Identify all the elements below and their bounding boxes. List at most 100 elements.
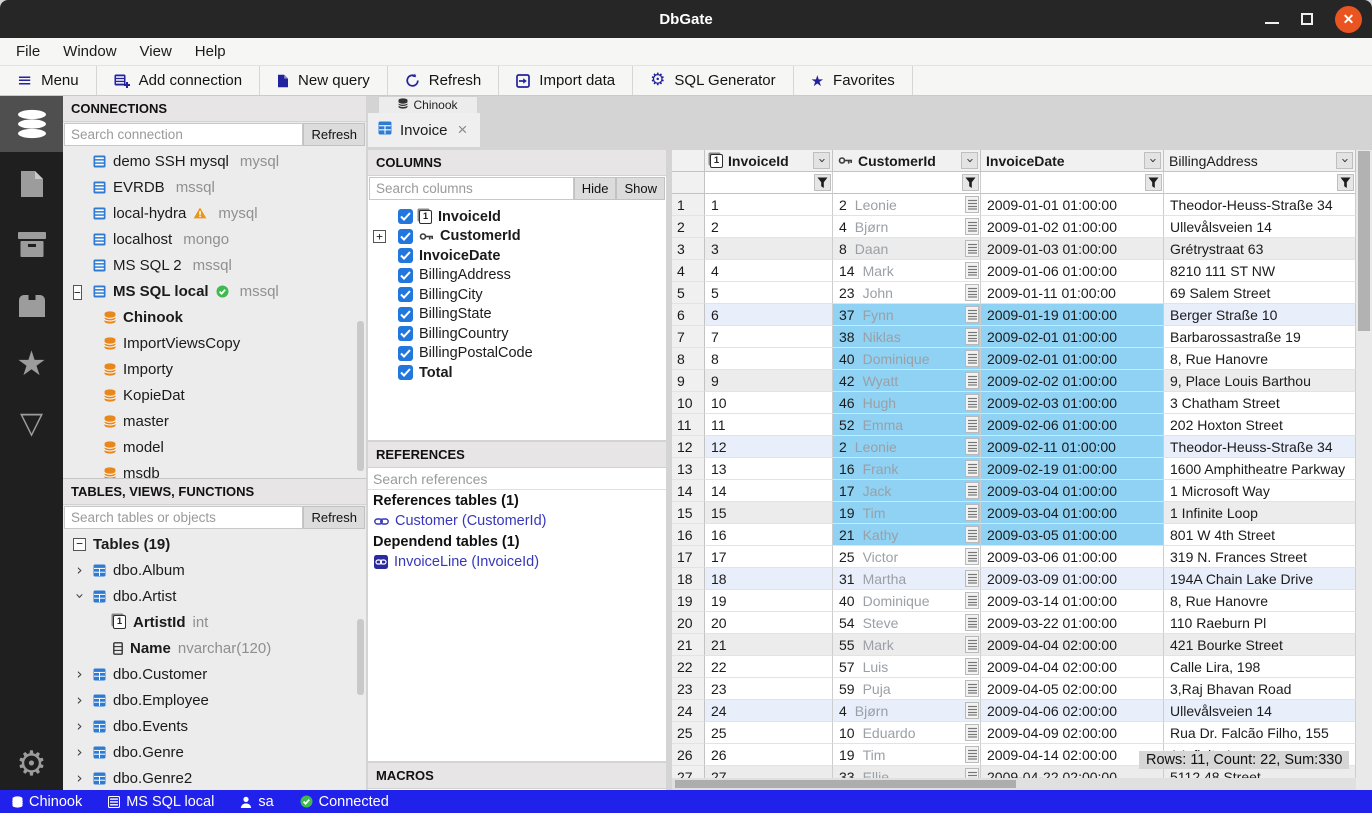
cell-invoicedate[interactable]: 2009-03-04 01:00:00 (981, 480, 1164, 502)
filter-cell-customerid[interactable] (833, 172, 981, 194)
search-tables-input[interactable] (64, 506, 303, 529)
close-icon[interactable]: ✕ (1335, 6, 1362, 33)
row-number[interactable]: 19 (672, 590, 705, 612)
row-number[interactable]: 11 (672, 414, 705, 436)
row-detail-icon[interactable] (965, 482, 979, 499)
cell-customerid[interactable]: 19Tim (833, 502, 981, 524)
add-connection-button[interactable]: Add connection (97, 66, 260, 95)
row-number[interactable]: 14 (672, 480, 705, 502)
reference-link-customer-customerid-[interactable]: Customer (CustomerId) (368, 511, 666, 531)
cell-invoiceid[interactable]: 5 (705, 282, 833, 304)
cell-invoiceid[interactable]: 2 (705, 216, 833, 238)
cell-invoicedate[interactable]: 2009-03-06 01:00:00 (981, 546, 1164, 568)
cell-invoiceid[interactable]: 9 (705, 370, 833, 392)
row-number[interactable]: 15 (672, 502, 705, 524)
row-detail-icon[interactable] (965, 526, 979, 543)
column-checkbox[interactable] (398, 346, 413, 361)
menu-view[interactable]: View (135, 41, 177, 62)
database-item[interactable]: master (63, 408, 366, 434)
rail-favorites-star-icon[interactable]: ★ (0, 336, 63, 392)
row-detail-icon[interactable] (965, 240, 979, 257)
import-data-button[interactable]: Import data (499, 66, 633, 95)
cell-invoicedate[interactable]: 2009-02-03 01:00:00 (981, 392, 1164, 414)
row-number[interactable]: 26 (672, 744, 705, 766)
cell-invoicedate[interactable]: 2009-01-19 01:00:00 (981, 304, 1164, 326)
row-detail-icon[interactable] (965, 680, 979, 697)
database-item[interactable]: msdb (63, 460, 366, 479)
row-detail-icon[interactable] (965, 702, 979, 719)
column-header-invoicedate[interactable]: InvoiceDate› (981, 150, 1164, 172)
filter-cell-invoicedate[interactable] (981, 172, 1164, 194)
cell-invoiceid[interactable]: 7 (705, 326, 833, 348)
row-number[interactable]: 10 (672, 392, 705, 414)
column-toggle-billingaddress[interactable]: BillingAddress (368, 266, 666, 286)
cell-invoiceid[interactable]: 21 (705, 634, 833, 656)
row-number[interactable]: 6 (672, 304, 705, 326)
cell-customerid[interactable]: 54Steve (833, 612, 981, 634)
cell-billingaddress[interactable]: Grétrystraat 63 (1164, 238, 1356, 260)
cell-customerid[interactable]: 2Leonie (833, 436, 981, 458)
database-item[interactable]: ImportViewsCopy (63, 330, 366, 356)
chevron-right-icon[interactable]: › (74, 769, 86, 787)
refresh-button[interactable]: Refresh (388, 66, 500, 95)
row-detail-icon[interactable] (965, 262, 979, 279)
menu-window[interactable]: Window (58, 41, 121, 62)
column-checkbox[interactable] (398, 326, 413, 341)
cell-invoiceid[interactable]: 12 (705, 436, 833, 458)
chevron-right-icon[interactable]: › (74, 561, 86, 579)
cell-customerid[interactable]: 16Frank (833, 458, 981, 480)
column-checkbox[interactable] (398, 229, 413, 244)
connection-item[interactable]: EVRDBmssql (63, 174, 366, 200)
row-detail-icon[interactable] (965, 284, 979, 301)
row-number[interactable]: 1 (672, 194, 705, 216)
collapse-icon[interactable]: − (73, 538, 86, 551)
column-checkbox[interactable] (398, 248, 413, 263)
row-number[interactable]: 8 (672, 348, 705, 370)
cell-invoicedate[interactable]: 2009-02-02 01:00:00 (981, 370, 1164, 392)
chevron-down-icon[interactable]: › (71, 590, 89, 602)
cell-invoiceid[interactable]: 22 (705, 656, 833, 678)
cell-customerid[interactable]: 46Hugh (833, 392, 981, 414)
cell-customerid[interactable]: 40Dominique (833, 348, 981, 370)
column-header-invoiceid[interactable]: 1InvoiceId› (705, 150, 833, 172)
connection-item[interactable]: MS SQL 2mssql (63, 252, 366, 278)
cell-customerid[interactable]: 25Victor (833, 546, 981, 568)
cell-customerid[interactable]: 52Emma (833, 414, 981, 436)
row-detail-icon[interactable] (965, 614, 979, 631)
cell-invoicedate[interactable]: 2009-03-09 01:00:00 (981, 568, 1164, 590)
row-detail-icon[interactable] (965, 328, 979, 345)
cell-invoicedate[interactable]: 2009-04-04 02:00:00 (981, 634, 1164, 656)
row-detail-icon[interactable] (965, 196, 979, 213)
database-item[interactable]: model (63, 434, 366, 460)
row-detail-icon[interactable] (965, 746, 979, 763)
column-toggle-invoicedate[interactable]: InvoiceDate (368, 246, 666, 266)
column-toggle-invoiceid[interactable]: 1InvoiceId (368, 207, 666, 227)
cell-billingaddress[interactable]: Ullevålsveien 14 (1164, 700, 1356, 722)
rail-settings-gear-icon[interactable]: ⚙ (0, 738, 63, 790)
database-item[interactable]: Chinook (63, 304, 366, 330)
filter-funnel-icon[interactable] (962, 174, 979, 191)
cell-billingaddress[interactable]: 1600 Amphitheatre Parkway (1164, 458, 1356, 480)
cell-billingaddress[interactable]: 801 W 4th Street (1164, 524, 1356, 546)
cell-invoiceid[interactable]: 23 (705, 678, 833, 700)
tree-item-dbo-genre2[interactable]: ›dbo.Genre2 (63, 765, 366, 790)
row-number[interactable]: 2 (672, 216, 705, 238)
row-number[interactable]: 12 (672, 436, 705, 458)
row-detail-icon[interactable] (965, 548, 979, 565)
cell-customerid[interactable]: 14Mark (833, 260, 981, 282)
minimize-icon[interactable] (1265, 22, 1279, 24)
row-detail-icon[interactable] (965, 372, 979, 389)
connection-item[interactable]: demo SSH mysqlmysql (63, 148, 366, 174)
collapse-icon[interactable]: − (73, 285, 82, 300)
cell-customerid[interactable]: 21Kathy (833, 524, 981, 546)
column-checkbox[interactable] (398, 287, 413, 302)
cell-billingaddress[interactable]: 1 Infinite Loop (1164, 502, 1356, 524)
cell-billingaddress[interactable]: Theodor-Heuss-Straße 34 (1164, 194, 1356, 216)
row-detail-icon[interactable] (965, 416, 979, 433)
cell-billingaddress[interactable]: Rua Dr. Falcão Filho, 155 (1164, 722, 1356, 744)
reference-link-invoiceline-invoiceid-[interactable]: InvoiceLine (InvoiceId) (368, 552, 666, 572)
menu-help[interactable]: Help (190, 41, 231, 62)
new-query-button[interactable]: New query (260, 66, 388, 95)
cell-invoiceid[interactable]: 14 (705, 480, 833, 502)
row-detail-icon[interactable] (965, 592, 979, 609)
